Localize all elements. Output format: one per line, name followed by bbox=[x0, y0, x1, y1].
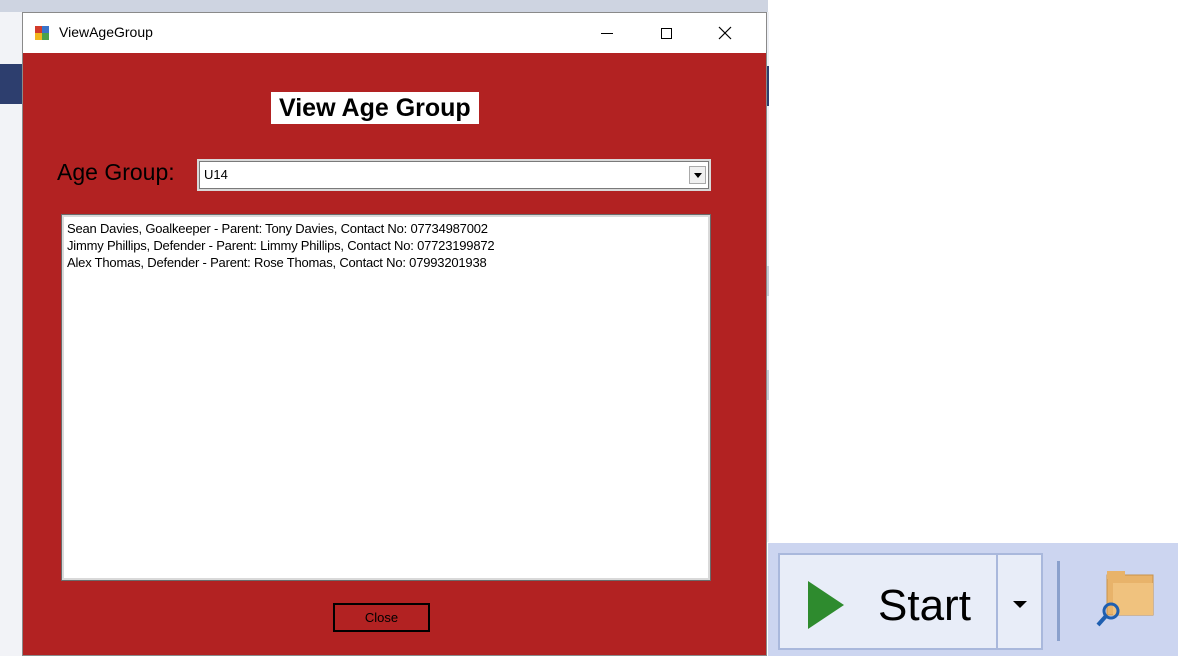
maximize-icon bbox=[660, 27, 672, 39]
window-title: ViewAgeGroup bbox=[59, 24, 153, 40]
app-icon bbox=[34, 25, 50, 41]
maximize-button[interactable] bbox=[643, 13, 689, 53]
minimize-button[interactable] bbox=[584, 13, 630, 53]
start-label: Start bbox=[878, 581, 971, 630]
title-bar[interactable]: ViewAgeGroup bbox=[23, 13, 766, 53]
start-dropdown-button[interactable] bbox=[998, 555, 1041, 648]
play-icon bbox=[808, 581, 844, 629]
view-age-group-window: ViewAgeGroup View Age Group Age Group: U… bbox=[22, 12, 767, 656]
minimize-icon bbox=[601, 32, 613, 34]
form-client-area: View Age Group Age Group: U14 Sean Davie… bbox=[23, 53, 766, 655]
list-item[interactable]: Jimmy Phillips, Defender - Parent: Limmy… bbox=[67, 238, 495, 253]
age-group-selected-value: U14 bbox=[204, 167, 228, 182]
close-window-button[interactable] bbox=[702, 13, 748, 53]
page-title: View Age Group bbox=[271, 92, 479, 124]
close-button[interactable]: Close bbox=[333, 603, 430, 632]
age-group-select[interactable]: U14 bbox=[197, 159, 711, 191]
dropdown-arrow-icon bbox=[1012, 601, 1027, 608]
list-item[interactable]: Sean Davies, Goalkeeper - Parent: Tony D… bbox=[67, 221, 488, 236]
age-group-label: Age Group: bbox=[57, 159, 175, 185]
toolbar-divider bbox=[1057, 561, 1060, 641]
ide-left-panel-header bbox=[0, 64, 22, 104]
chevron-down-icon bbox=[693, 172, 702, 178]
age-group-dropdown-button[interactable] bbox=[689, 166, 706, 184]
start-button[interactable]: Start bbox=[778, 553, 1043, 650]
find-folder-icon[interactable] bbox=[1093, 569, 1157, 629]
players-listbox[interactable]: Sean Davies, Goalkeeper - Parent: Tony D… bbox=[61, 214, 711, 581]
list-item[interactable]: Alex Thomas, Defender - Parent: Rose Tho… bbox=[67, 255, 487, 270]
close-icon bbox=[718, 26, 732, 40]
ide-start-toolbar: Start bbox=[768, 543, 1178, 656]
ide-left-panel bbox=[0, 12, 23, 656]
